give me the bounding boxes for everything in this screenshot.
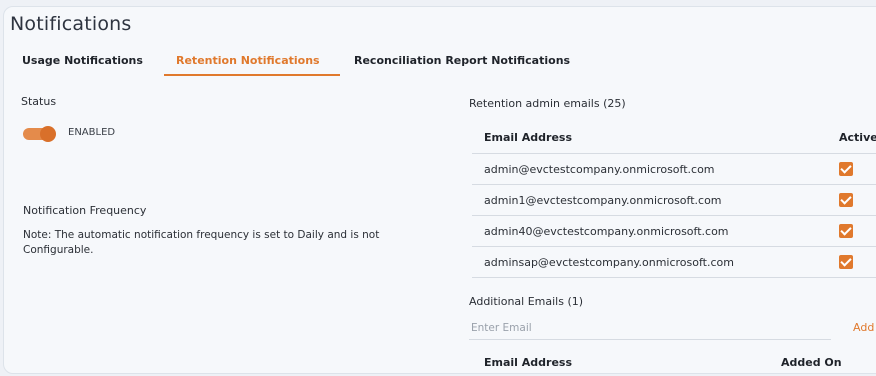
additional-emails-title: Additional Emails (1) bbox=[469, 295, 584, 308]
tab-retention-notifications[interactable]: Retention Notifications bbox=[164, 51, 340, 76]
status-toggle[interactable] bbox=[23, 126, 56, 142]
email-address-column-header: Email Address bbox=[484, 356, 573, 369]
row-email: adminsap@evctestcompany.onmicrosoft.com bbox=[484, 256, 734, 269]
table-row: admin40@evctestcompany.onmicrosoft.com bbox=[472, 216, 876, 247]
additional-emails-table-header: Email Address Added On bbox=[472, 349, 876, 373]
notifications-panel: Notifications Usage Notifications Retent… bbox=[3, 6, 876, 374]
active-checkbox[interactable] bbox=[839, 224, 853, 238]
active-checkbox[interactable] bbox=[839, 255, 853, 269]
notification-tabs: Usage Notifications Retention Notificati… bbox=[18, 51, 582, 79]
row-email: admin@evctestcompany.onmicrosoft.com bbox=[484, 163, 715, 176]
table-row: admin@evctestcompany.onmicrosoft.com bbox=[472, 154, 876, 185]
active-checkbox[interactable] bbox=[839, 193, 853, 207]
retention-table-header: Email Address Active bbox=[472, 121, 876, 154]
retention-admin-emails-title: Retention admin emails (25) bbox=[469, 97, 626, 110]
table-row: admin1@evctestcompany.onmicrosoft.com bbox=[472, 185, 876, 216]
notification-frequency-note: Note: The automatic notification frequen… bbox=[23, 229, 380, 256]
active-checkbox[interactable] bbox=[839, 162, 853, 176]
tab-usage-notifications[interactable]: Usage Notifications bbox=[18, 51, 164, 76]
added-on-column-header: Added On bbox=[781, 356, 842, 369]
toggle-knob bbox=[40, 126, 56, 142]
page-title: Notifications bbox=[10, 13, 132, 35]
table-row: adminsap@evctestcompany.onmicrosoft.com bbox=[472, 247, 876, 278]
row-email: admin1@evctestcompany.onmicrosoft.com bbox=[484, 194, 722, 207]
status-label: Status bbox=[21, 95, 57, 108]
row-email: admin40@evctestcompany.onmicrosoft.com bbox=[484, 225, 729, 238]
notification-frequency-title: Notification Frequency bbox=[23, 204, 147, 217]
status-toggle-text: ENABLED bbox=[68, 127, 116, 138]
active-column-header: Active bbox=[839, 131, 876, 144]
email-address-column-header: Email Address bbox=[484, 131, 573, 144]
enter-email-input[interactable] bbox=[469, 316, 831, 340]
tab-reconciliation-report-notifications[interactable]: Reconciliation Report Notifications bbox=[340, 51, 582, 76]
add-email-button[interactable]: Add bbox=[853, 321, 874, 334]
